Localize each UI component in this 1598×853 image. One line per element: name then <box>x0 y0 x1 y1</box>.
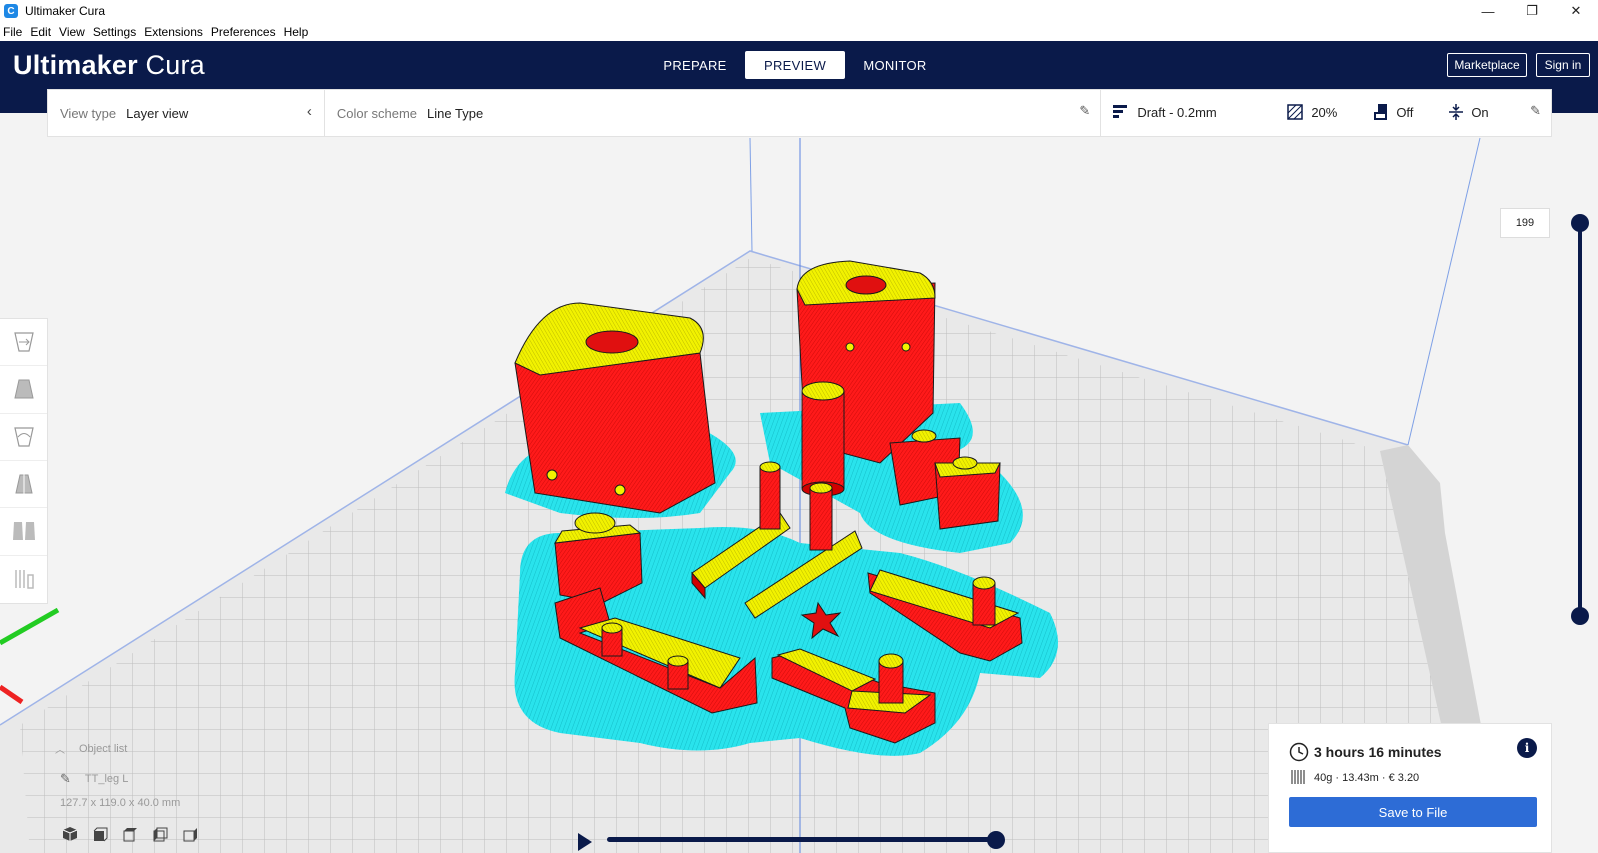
close-button[interactable]: ✕ <box>1554 0 1598 22</box>
stage-tabs: PREPARE PREVIEW MONITOR <box>645 51 945 79</box>
menu-settings[interactable]: Settings <box>89 25 140 39</box>
build-volume-line <box>749 137 753 252</box>
move-icon <box>13 332 34 352</box>
per-model-settings-button[interactable] <box>0 508 47 556</box>
build-volume-line <box>1407 137 1481 446</box>
restore-button[interactable]: ❐ <box>1510 0 1554 22</box>
support-value: Off <box>1396 105 1414 120</box>
infill-icon <box>1287 104 1304 123</box>
menu-help[interactable]: Help <box>280 25 313 39</box>
view-type-label: View type <box>60 105 117 121</box>
rotate-icon <box>13 427 34 447</box>
color-scheme-value: Line Type <box>427 105 484 121</box>
scale-icon <box>13 379 34 399</box>
simulation-path-slider[interactable] <box>607 837 993 842</box>
view-left-icon[interactable] <box>152 826 168 842</box>
info-icon[interactable]: i <box>1517 738 1537 758</box>
menu-view[interactable]: View <box>55 25 89 39</box>
tool-panel <box>0 318 48 604</box>
view-front-icon[interactable] <box>92 826 108 842</box>
layer-slider-bottom-handle[interactable] <box>1571 607 1589 625</box>
object-name-row[interactable]: ✎ TT_leg L <box>60 771 128 787</box>
play-simulation-button[interactable] <box>578 833 592 851</box>
view-type-value: Layer view <box>126 105 189 121</box>
layer-slider-top-handle[interactable] <box>1571 214 1589 232</box>
mirror-tool-button[interactable] <box>0 461 47 509</box>
profile-icon <box>1113 104 1129 123</box>
layer-slider-track[interactable] <box>1578 222 1582 612</box>
view-top-icon[interactable] <box>122 826 138 842</box>
print-setup-selector[interactable]: Draft - 0.2mm 20% Off On ✎ <box>1101 90 1551 136</box>
move-tool-button[interactable] <box>0 319 47 367</box>
rotate-tool-button[interactable] <box>0 414 47 461</box>
minimize-button[interactable]: — <box>1466 0 1510 22</box>
axis-y-indicator <box>0 607 60 646</box>
view-type-selector[interactable]: View type Layer view ‹ <box>48 90 324 136</box>
per-model-settings-icon <box>12 522 35 541</box>
object-dimensions: 127.7 x 119.0 x 40.0 mm <box>60 797 181 809</box>
profile-value: Draft - 0.2mm <box>1137 105 1217 120</box>
pencil-icon[interactable]: ✎ <box>1530 103 1541 119</box>
tab-monitor[interactable]: MONITOR <box>845 51 945 79</box>
window-titlebar: C Ultimaker Cura — ❐ ✕ <box>0 0 1598 22</box>
model-cube-left <box>514 302 716 514</box>
window-controls: — ❐ ✕ <box>1466 0 1598 22</box>
filament-icon <box>1291 770 1305 784</box>
path-slider-handle[interactable] <box>987 831 1005 849</box>
camera-view-buttons <box>62 826 198 842</box>
clock-icon <box>1289 742 1309 762</box>
adhesion-value: On <box>1471 105 1489 120</box>
view-right-icon[interactable] <box>182 826 198 842</box>
menu-edit[interactable]: Edit <box>26 25 55 39</box>
pencil-icon: ✎ <box>60 771 71 786</box>
pencil-icon[interactable]: ✎ <box>1079 103 1090 119</box>
print-time: 3 hours 16 minutes <box>1314 744 1442 760</box>
color-scheme-label: Color scheme <box>336 105 418 121</box>
mirror-icon <box>14 474 33 495</box>
adhesion-icon <box>1448 104 1464 123</box>
sign-in-button[interactable]: Sign in <box>1536 53 1590 77</box>
window-title: Ultimaker Cura <box>25 4 106 18</box>
save-to-file-button[interactable]: Save to File <box>1289 797 1537 827</box>
tab-prepare[interactable]: PREPARE <box>645 51 745 79</box>
support-blocker-icon <box>14 570 34 590</box>
object-name: TT_leg L <box>84 773 129 785</box>
material-estimate: 40g · 13.43m · € 3.20 <box>1314 772 1420 784</box>
model-cylinder <box>801 381 845 497</box>
infill-value: 20% <box>1311 105 1338 120</box>
scale-tool-button[interactable] <box>0 366 47 414</box>
current-layer-input[interactable]: 199 <box>1500 208 1550 238</box>
chevron-left-icon[interactable]: ‹ <box>307 103 312 120</box>
view-3d-icon[interactable] <box>62 826 78 842</box>
chevron-up-icon: ︿ <box>55 745 65 756</box>
brand-logo: Ultimaker Cura <box>13 50 205 80</box>
object-list-toggle[interactable]: ︿ Object list <box>55 741 128 757</box>
menu-preferences[interactable]: Preferences <box>207 25 280 39</box>
marketplace-button[interactable]: Marketplace <box>1447 53 1527 77</box>
print-settings-bar: View type Layer view ‹ Color scheme Line… <box>47 89 1552 137</box>
support-blocker-button[interactable] <box>0 556 47 603</box>
menu-bar: File Edit View Settings Extensions Prefe… <box>0 22 1598 41</box>
tab-preview[interactable]: PREVIEW <box>745 51 845 79</box>
cura-logo-icon: C <box>4 4 18 18</box>
menu-extensions[interactable]: Extensions <box>140 25 207 39</box>
support-icon <box>1373 103 1389 124</box>
color-scheme-selector[interactable]: Color scheme Line Type ✎ <box>325 90 1100 136</box>
axis-x-indicator <box>0 684 24 705</box>
object-list-label: Object list <box>79 742 128 755</box>
menu-file[interactable]: File <box>0 25 26 39</box>
print-info-panel: 3 hours 16 minutes i 40g · 13.43m · € 3.… <box>1268 723 1552 853</box>
